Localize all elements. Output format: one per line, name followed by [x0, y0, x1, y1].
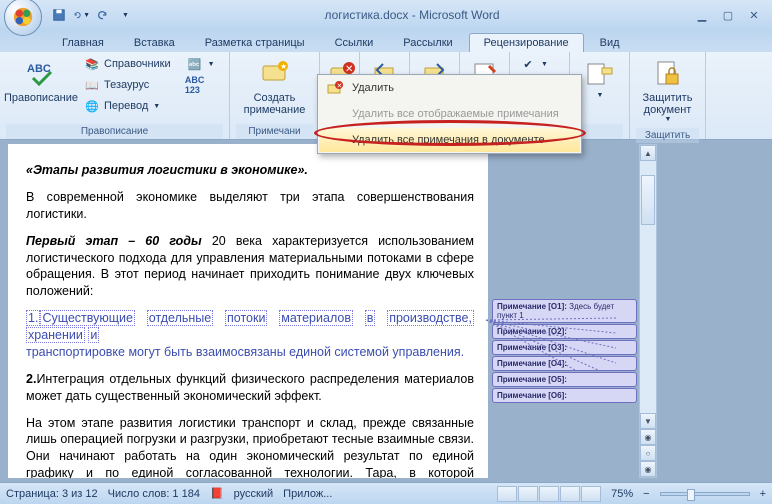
view-full-screen[interactable]: [518, 486, 538, 502]
spelling-button[interactable]: ABC Правописание: [6, 54, 76, 108]
status-bar: Страница: 3 из 12 Число слов: 1 184 📕 ру…: [0, 482, 772, 504]
prev-page-button[interactable]: ◉: [640, 429, 656, 445]
doc-heading: «Этапы развития логистики в экономике».: [26, 162, 474, 179]
qat-save[interactable]: [50, 6, 68, 24]
zoom-in-button[interactable]: +: [760, 488, 766, 500]
qat-customize[interactable]: ▼: [116, 6, 134, 24]
thesaurus-button[interactable]: 📖Тезаурус: [80, 75, 175, 95]
tab-mailings[interactable]: Рассылки: [389, 34, 466, 52]
research-button[interactable]: 📚Справочники: [80, 54, 175, 74]
doc-para: Первый этап – 60 годы 20 века характериз…: [26, 233, 474, 301]
minimize-button[interactable]: ▁: [690, 6, 714, 24]
menu-delete-all[interactable]: Удалить все примечания в документе: [319, 128, 580, 152]
status-proofing-icon[interactable]: 📕: [210, 487, 224, 500]
next-page-button[interactable]: ◉: [640, 461, 656, 477]
doc-para: В современной экономике выделяют три эта…: [26, 189, 474, 223]
save-icon: [52, 8, 66, 22]
zoom-out-button[interactable]: −: [643, 488, 649, 500]
view-web-layout[interactable]: [539, 486, 559, 502]
translate-icon: 🌐: [84, 98, 100, 114]
ribbon-tabs: Главная Вставка Разметка страницы Ссылки…: [0, 30, 772, 52]
tab-insert[interactable]: Вставка: [120, 34, 189, 52]
thesaurus-icon: 📖: [84, 77, 100, 93]
chevron-down-icon: ▼: [122, 12, 129, 19]
tab-references[interactable]: Ссылки: [321, 34, 388, 52]
document-area: «Этапы развития логистики в экономике». …: [0, 140, 772, 482]
new-comment-icon: ★: [259, 58, 291, 90]
tab-review[interactable]: Рецензирование: [469, 33, 584, 52]
zoom-slider[interactable]: [660, 492, 750, 496]
window-title: логистика.docx - Microsoft Word: [134, 8, 690, 22]
status-language[interactable]: русский: [234, 488, 273, 500]
menu-delete[interactable]: ✕ Удалить: [318, 75, 581, 101]
qat-undo[interactable]: ▼: [72, 6, 90, 24]
comments-panel: Примечание [O1]: Здесь будет пункт 1 При…: [492, 144, 637, 478]
doc-para: 2.2.Интеграция отдельных функций физичес…: [26, 371, 474, 405]
svg-text:✕: ✕: [337, 83, 343, 90]
view-draft[interactable]: [581, 486, 601, 502]
redo-icon: [96, 8, 110, 22]
scroll-thumb[interactable]: [641, 175, 655, 225]
comment-balloon[interactable]: Примечание [O2]:: [492, 324, 637, 339]
comment-balloon[interactable]: Примечание [O5]:: [492, 372, 637, 387]
delete-comment-menu: ✕ Удалить Удалить все отображаемые приме…: [317, 74, 582, 154]
maximize-button[interactable]: ▢: [716, 6, 740, 24]
browse-object-button[interactable]: ○: [640, 445, 656, 461]
svg-text:ABC: ABC: [27, 63, 51, 75]
word-count-button[interactable]: ABC123: [183, 75, 219, 95]
tab-page-layout[interactable]: Разметка страницы: [191, 34, 319, 52]
svg-text:★: ★: [280, 62, 287, 71]
abc-check-icon: ABC: [25, 58, 57, 90]
group-label-proofing: Правописание: [6, 124, 223, 139]
comment-balloon[interactable]: Примечание [O1]: Здесь будет пункт 1: [492, 299, 637, 323]
vertical-scrollbar[interactable]: ▲ ▼ ◉ ○ ◉: [639, 144, 657, 478]
tab-view[interactable]: Вид: [586, 34, 634, 52]
status-attach[interactable]: Прилож...: [283, 488, 332, 500]
view-print-layout[interactable]: [497, 486, 517, 502]
protect-document-button[interactable]: Защитить документ▼: [636, 54, 699, 128]
tab-home[interactable]: Главная: [48, 34, 118, 52]
group-label-comments: Примечани: [236, 124, 313, 139]
comment-balloon[interactable]: Примечание [O6]:: [492, 388, 637, 403]
delete-icon: ✕: [326, 80, 344, 96]
balloons-button[interactable]: ▼: [576, 54, 623, 104]
zoom-level[interactable]: 75%: [611, 488, 633, 500]
comment-balloon[interactable]: Примечание [O4]:: [492, 356, 637, 371]
language-icon: 🔤: [187, 56, 203, 72]
ribbon: ABC Правописание 📚Справочники 📖Тезаурус …: [0, 52, 772, 140]
zoom-knob[interactable]: [687, 489, 695, 501]
accept-button[interactable]: ✔▼: [516, 54, 552, 74]
status-words[interactable]: Число слов: 1 184: [108, 488, 200, 500]
view-buttons: [497, 486, 601, 502]
set-language-button[interactable]: 🔤▼: [183, 54, 219, 74]
menu-delete-shown: Удалить все отображаемые примечания: [318, 101, 581, 127]
scroll-down-button[interactable]: ▼: [640, 413, 656, 429]
office-logo-icon: [12, 6, 34, 28]
protect-icon: [652, 58, 684, 90]
scroll-up-button[interactable]: ▲: [640, 145, 656, 161]
view-outline[interactable]: [560, 486, 580, 502]
books-icon: 📚: [84, 56, 100, 72]
doc-para: На этом этапе развития логистики транспо…: [26, 415, 474, 479]
document-page[interactable]: «Этапы развития логистики в экономике». …: [8, 144, 488, 478]
new-comment-button[interactable]: ★ Создать примечание: [236, 54, 313, 120]
balloons-icon: [584, 58, 616, 90]
doc-commented-line: 1.Существующие отдельные потоки материал…: [26, 310, 474, 361]
close-button[interactable]: ✕: [742, 6, 766, 24]
qat-redo[interactable]: [94, 6, 112, 24]
translate-button[interactable]: 🌐Перевод▼: [80, 96, 175, 116]
group-label-protect: Защитить: [636, 128, 699, 143]
status-page[interactable]: Страница: 3 из 12: [6, 488, 98, 500]
comment-balloon[interactable]: Примечание [O3]:: [492, 340, 637, 355]
word-count-icon: ABC123: [187, 77, 203, 93]
accept-icon: ✔: [520, 56, 536, 72]
undo-icon: [72, 8, 82, 22]
